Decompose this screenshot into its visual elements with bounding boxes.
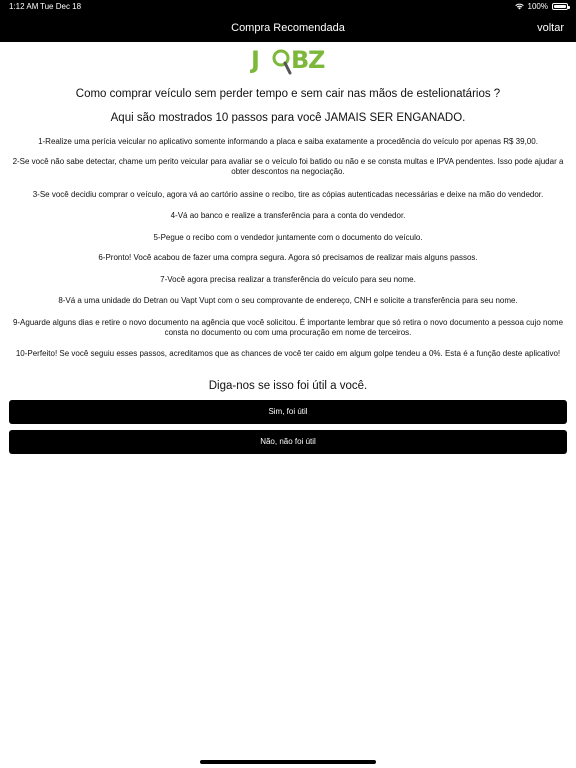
status-time: 1:12 AM bbox=[9, 2, 39, 11]
svg-text:B: B bbox=[291, 46, 309, 74]
yes-useful-button[interactable]: Sim, foi útil bbox=[9, 400, 567, 424]
step-4: 4-Vá ao banco e realize a transferência … bbox=[170, 211, 406, 220]
wifi-icon bbox=[514, 3, 524, 10]
step-6: 6-Pronto! Você acabou de fazer uma compr… bbox=[98, 253, 478, 262]
nav-title: Compra Recomendada bbox=[231, 22, 345, 34]
status-date: Tue Dec 18 bbox=[40, 2, 82, 11]
battery-percent: 100% bbox=[527, 2, 548, 11]
svg-text:Z: Z bbox=[308, 46, 325, 74]
home-indicator bbox=[200, 760, 376, 764]
step-8: 8-Vá a uma unidade do Detran ou Vapt Vup… bbox=[58, 296, 518, 305]
page-heading: Como comprar veículo sem perder tempo e … bbox=[75, 88, 501, 100]
jobz-logo: J B Z bbox=[250, 46, 325, 75]
step-3: 3-Se você decidiu comprar o veículo, ago… bbox=[32, 190, 544, 199]
step-1: 1-Realize uma perícia veicular no aplica… bbox=[38, 137, 538, 146]
feedback-question: Diga-nos se isso foi útil a você. bbox=[208, 380, 368, 392]
step-2: 2-Se você não sabe detectar, chame um pe… bbox=[12, 157, 564, 176]
back-button[interactable]: voltar bbox=[537, 22, 564, 34]
step-7: 7-Você agora precisa realizar a transfer… bbox=[160, 275, 416, 284]
battery-icon bbox=[552, 3, 570, 10]
step-5: 5-Pegue o recibo com o vendedor juntamen… bbox=[153, 233, 423, 242]
not-useful-button[interactable]: Não, não foi útil bbox=[9, 430, 567, 454]
page-subheading: Aqui são mostrados 10 passos para você J… bbox=[110, 112, 466, 124]
step-10: 10-Perfeito! Se você seguiu esses passos… bbox=[15, 349, 561, 358]
status-bar: 1:12 AM Tue Dec 18 100% bbox=[0, 0, 576, 14]
svg-text:J: J bbox=[250, 46, 260, 74]
step-9: 9-Aguarde alguns dias e retire o novo do… bbox=[12, 318, 564, 337]
navigation-bar: Compra Recomendada voltar bbox=[0, 14, 576, 42]
status-right: 100% bbox=[514, 2, 570, 11]
